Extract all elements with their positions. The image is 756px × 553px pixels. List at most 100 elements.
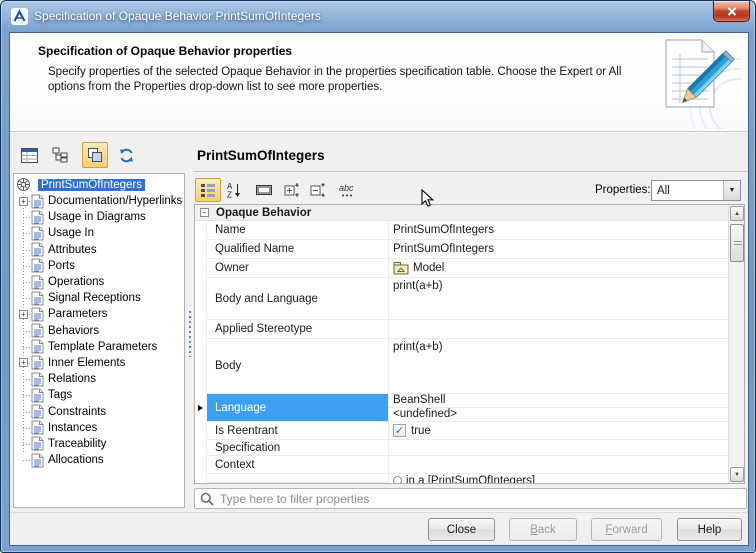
- property-name[interactable]: Name: [207, 221, 388, 240]
- property-name[interactable]: Owner: [207, 259, 388, 278]
- property-value[interactable]: PrintSumOfIntegers: [388, 240, 728, 259]
- tree-item-attributes[interactable]: Attributes: [14, 242, 184, 258]
- properties-table: − Opaque Behavior Name PrintSumOfInteger…: [194, 204, 745, 484]
- property-name[interactable]: Language: [207, 394, 388, 422]
- collapse-all-button[interactable]: [305, 178, 331, 202]
- expand-plus-icon[interactable]: +: [19, 310, 28, 319]
- property-row-body-and-language[interactable]: Body and Language print(a+b): [195, 278, 728, 320]
- property-name[interactable]: Specification: [207, 440, 388, 456]
- window-title: Specification of Opaque Behavior PrintSu…: [34, 9, 321, 23]
- scroll-up-button[interactable]: ▲: [730, 206, 744, 221]
- stacked-windows-icon: [87, 147, 103, 163]
- categorized-view-button[interactable]: [195, 178, 221, 202]
- property-value[interactable]: PrintSumOfIntegers: [388, 221, 728, 240]
- tree-item-label: Traceability: [48, 438, 106, 450]
- forward-button[interactable]: Forward: [591, 518, 662, 541]
- collapse-group-icon[interactable]: −: [200, 208, 209, 217]
- property-value[interactable]: [388, 456, 728, 474]
- sort-alphabetically-button[interactable]: A Z: [221, 178, 247, 202]
- group-header-opaque-behavior[interactable]: − Opaque Behavior: [195, 205, 728, 221]
- custom-properties-button[interactable]: abc: [335, 178, 361, 202]
- row-gutter: [195, 456, 207, 474]
- tree-item-documentation[interactable]: + Documentation/Hyperlinks: [14, 193, 184, 209]
- tree-item-signal-receptions[interactable]: Signal Receptions: [14, 290, 184, 306]
- footer-separator: [10, 512, 748, 513]
- tree-item-inner-elements[interactable]: + Inner Elements: [14, 355, 184, 371]
- chevron-down-icon[interactable]: ▼: [723, 181, 740, 200]
- property-row-context[interactable]: Context: [195, 456, 728, 474]
- show-description-button[interactable]: [251, 178, 277, 202]
- property-value[interactable]: [388, 320, 728, 339]
- property-row-applied-stereotype[interactable]: Applied Stereotype: [195, 320, 728, 339]
- property-row-owner[interactable]: Owner Model: [195, 259, 728, 278]
- tree-item-constraints[interactable]: Constraints: [14, 403, 184, 419]
- tree-item-allocations[interactable]: Allocations: [14, 452, 184, 468]
- expand-plus-icon[interactable]: +: [19, 197, 28, 206]
- tree-item-usage-in-diagrams[interactable]: Usage in Diagrams: [14, 209, 184, 225]
- property-name[interactable]: Body: [207, 339, 388, 394]
- back-button[interactable]: Back: [509, 518, 577, 541]
- tree-item-tags[interactable]: Tags: [14, 387, 184, 403]
- tree-item-relations[interactable]: Relations: [14, 371, 184, 387]
- filter-input[interactable]: [220, 492, 746, 506]
- panel-splitter[interactable]: [186, 173, 194, 508]
- language-value-1[interactable]: BeanShell: [389, 394, 728, 408]
- property-value[interactable]: print(a+b): [388, 339, 728, 394]
- cascade-view-button[interactable]: [82, 142, 108, 168]
- open-specification-button[interactable]: [16, 142, 42, 168]
- scroll-down-button[interactable]: ▼: [730, 467, 744, 482]
- property-row-name[interactable]: Name PrintSumOfIntegers: [195, 221, 728, 240]
- tree-item-instances[interactable]: Instances: [14, 420, 184, 436]
- titlebar[interactable]: Specification of Opaque Behavior PrintSu…: [1, 1, 755, 32]
- property-name[interactable]: [207, 474, 388, 483]
- tree-item-operations[interactable]: Operations: [14, 274, 184, 290]
- property-row-language-selected[interactable]: Language BeanShell <undefined>: [195, 394, 728, 422]
- property-value[interactable]: Model: [388, 259, 728, 278]
- tree-item-behaviors[interactable]: Behaviors: [14, 323, 184, 339]
- header-title: Specification of Opaque Behavior propert…: [38, 44, 292, 58]
- vertical-scrollbar[interactable]: ▲ ▼: [728, 205, 744, 483]
- property-row-parameter-clipped[interactable]: in a [PrintSumOfIntegers]: [195, 474, 728, 483]
- row-gutter: [195, 278, 207, 320]
- property-value[interactable]: print(a+b): [388, 278, 728, 320]
- property-row-body[interactable]: Body print(a+b): [195, 339, 728, 394]
- property-row-specification[interactable]: Specification: [195, 440, 728, 456]
- property-value[interactable]: ✓ true: [388, 422, 728, 440]
- checkbox-checked-icon[interactable]: ✓: [393, 424, 406, 437]
- property-name[interactable]: Applied Stereotype: [207, 320, 388, 339]
- property-name[interactable]: Is Reentrant: [207, 422, 388, 440]
- property-name[interactable]: Qualified Name: [207, 240, 388, 259]
- properties-dropdown[interactable]: All ▼: [651, 180, 741, 201]
- help-button[interactable]: Help: [677, 518, 742, 541]
- scrollbar-thumb[interactable]: [730, 224, 744, 262]
- expand-plus-icon[interactable]: +: [19, 358, 28, 367]
- filter-field[interactable]: [194, 488, 747, 509]
- refresh-button[interactable]: [113, 142, 139, 168]
- tree-item-ports[interactable]: Ports: [14, 258, 184, 274]
- containment-tree-button[interactable]: [47, 142, 73, 168]
- property-name[interactable]: Body and Language: [207, 278, 388, 320]
- app-icon: [11, 8, 28, 25]
- tree-item-parameters[interactable]: + Parameters: [14, 306, 184, 322]
- property-value[interactable]: in a [PrintSumOfIntegers]: [388, 474, 728, 483]
- language-value-2[interactable]: <undefined>: [389, 408, 728, 421]
- row-gutter: [195, 240, 207, 259]
- document-icon: [31, 339, 44, 354]
- close-button[interactable]: [713, 1, 750, 22]
- group-header-label: Opaque Behavior: [216, 207, 311, 219]
- element-name-heading: PrintSumOfIntegers: [197, 148, 325, 163]
- property-row-is-reentrant[interactable]: Is Reentrant ✓ true: [195, 422, 728, 440]
- close-dialog-button[interactable]: Close: [428, 518, 495, 541]
- expand-all-button[interactable]: [279, 178, 305, 202]
- document-icon: [31, 194, 44, 209]
- tree-item-label: Documentation/Hyperlinks: [48, 195, 182, 207]
- property-row-qualified-name[interactable]: Qualified Name PrintSumOfIntegers: [195, 240, 728, 259]
- tree-item-template-parameters[interactable]: Template Parameters: [14, 339, 184, 355]
- property-value[interactable]: [388, 440, 728, 456]
- document-icon: [31, 258, 44, 273]
- tree-item-usage-in[interactable]: Usage In: [14, 225, 184, 241]
- collapse-all-icon: [310, 182, 326, 198]
- tree-item-traceability[interactable]: Traceability: [14, 436, 184, 452]
- tree-root-item[interactable]: PrintSumOfIntegers: [14, 176, 184, 193]
- property-name[interactable]: Context: [207, 456, 388, 474]
